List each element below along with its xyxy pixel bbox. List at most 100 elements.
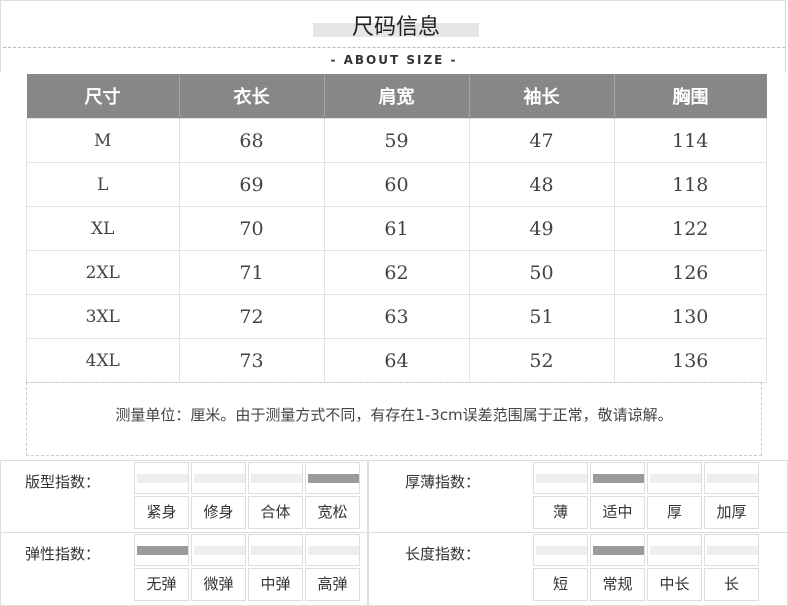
scale-cell — [248, 462, 303, 494]
scale-cell — [704, 534, 759, 566]
scale-cell — [590, 534, 645, 566]
size-cell: 3XL — [26, 294, 180, 339]
scale-bar — [194, 546, 245, 555]
scale-bar — [308, 546, 359, 555]
page-subtitle: - ABOUT SIZE - — [330, 53, 458, 67]
column-header: 尺寸 — [26, 74, 180, 119]
elasticity-index-scale: 无弹 微弹 中弹 高弹 — [134, 534, 364, 604]
scale-cell — [248, 534, 303, 566]
scale-option-label: 合体 — [248, 496, 303, 529]
scale-cell — [191, 534, 246, 566]
scale-bar — [707, 546, 758, 555]
scale-cell — [134, 534, 189, 566]
title-block: 尺码信息 — [313, 13, 479, 43]
column-header: 胸围 — [614, 74, 767, 119]
measurement-cell: 52 — [468, 338, 615, 383]
scale-cell — [647, 462, 702, 494]
fit-index-label: 版型指数： — [25, 473, 101, 491]
scale-bar — [536, 474, 587, 483]
scale-bar — [137, 474, 188, 483]
measurement-cell: 68 — [178, 118, 325, 163]
scale-option-label: 中弹 — [248, 568, 303, 601]
table-header-row: 尺寸 衣长 肩宽 袖长 胸围 — [26, 74, 767, 119]
scale-bar — [650, 546, 701, 555]
thickness-index-label: 厚薄指数： — [405, 473, 481, 491]
scale-bar — [536, 546, 587, 555]
scale-cell — [305, 534, 360, 566]
scale-option-label: 修身 — [191, 496, 246, 529]
measurement-cell: 70 — [178, 206, 325, 251]
scale-option-label: 宽松 — [305, 496, 360, 529]
table-row: 3XL 72 63 51 130 — [26, 294, 767, 339]
measurement-cell: 72 — [178, 294, 325, 339]
measurement-cell: 126 — [613, 250, 767, 295]
scale-option-label: 厚 — [647, 496, 702, 529]
scale-option-label: 长 — [704, 568, 759, 601]
scale-bar-selected — [308, 474, 359, 483]
scale-bar-selected — [593, 474, 644, 483]
column-header: 衣长 — [179, 74, 325, 119]
measurement-cell: 62 — [323, 250, 470, 295]
size-cell: M — [26, 118, 180, 163]
measurement-cell: 49 — [468, 206, 615, 251]
measurement-cell: 63 — [323, 294, 470, 339]
scale-cell — [704, 462, 759, 494]
scale-option-label: 紧身 — [134, 496, 189, 529]
table-row: XL 70 61 49 122 — [26, 206, 767, 251]
size-cell: 4XL — [26, 338, 180, 383]
size-cell: L — [26, 162, 180, 207]
scale-cell — [647, 534, 702, 566]
measurement-cell: 71 — [178, 250, 325, 295]
scale-option-label: 高弹 — [305, 568, 360, 601]
scale-cell — [191, 462, 246, 494]
table-row: L 69 60 48 118 — [26, 162, 767, 207]
scale-bar — [650, 474, 701, 483]
column-header: 袖长 — [469, 74, 615, 119]
measurement-cell: 64 — [323, 338, 470, 383]
scale-option-label: 无弹 — [134, 568, 189, 601]
measurement-cell: 118 — [613, 162, 767, 207]
scale-bar — [194, 474, 245, 483]
measurement-cell: 69 — [178, 162, 325, 207]
size-cell: 2XL — [26, 250, 180, 295]
measurement-cell: 48 — [468, 162, 615, 207]
scale-cell — [533, 462, 588, 494]
measurement-cell: 47 — [468, 118, 615, 163]
table-row: M 68 59 47 114 — [26, 118, 767, 163]
scale-cell — [305, 462, 360, 494]
scale-bar-selected — [137, 546, 188, 555]
thickness-index-scale: 薄适中厚加厚 — [533, 462, 763, 532]
scale-bar-selected — [593, 546, 644, 555]
scale-option-label: 短 — [533, 568, 588, 601]
fit-index-scale: 紧身 修身 合体 宽松 — [134, 462, 364, 532]
scale-bar — [251, 546, 302, 555]
measurement-cell: 114 — [613, 118, 767, 163]
measurement-note: 测量单位：厘米。由于测量方式不同，有存在1-3cm误差范围属于正常，敬请谅解。 — [115, 406, 673, 424]
measurement-cell: 50 — [468, 250, 615, 295]
size-cell: XL — [26, 206, 180, 251]
scale-cell — [533, 534, 588, 566]
scale-option-label: 中长 — [647, 568, 702, 601]
scale-cell — [590, 462, 645, 494]
measurement-cell: 51 — [468, 294, 615, 339]
scale-cell — [134, 462, 189, 494]
header-divider — [3, 47, 785, 48]
size-header: 尺码信息 - ABOUT SIZE - — [0, 0, 786, 72]
measurement-cell: 122 — [613, 206, 767, 251]
length-index-label: 长度指数： — [405, 545, 481, 563]
length-index-scale: 短常规 中长长 — [533, 534, 763, 604]
scale-option-label: 微弹 — [191, 568, 246, 601]
size-table: 尺寸 衣长 肩宽 袖长 胸围 M 68 59 47 114 L 69 60 48 118 XL 70 6… — [26, 74, 767, 383]
scale-option-label: 加厚 — [704, 496, 759, 529]
measurement-cell: 59 — [323, 118, 470, 163]
measurement-cell: 136 — [613, 338, 767, 383]
scale-bar — [707, 474, 758, 483]
column-header: 肩宽 — [324, 74, 470, 119]
measurement-cell: 60 — [323, 162, 470, 207]
elasticity-index-label: 弹性指数： — [25, 545, 101, 563]
scale-option-label: 常规 — [590, 568, 645, 601]
table-row: 4XL 73 64 52 136 — [26, 338, 767, 383]
scale-option-label: 适中 — [590, 496, 645, 529]
table-row: 2XL 71 62 50 126 — [26, 250, 767, 295]
measurement-cell: 73 — [178, 338, 325, 383]
